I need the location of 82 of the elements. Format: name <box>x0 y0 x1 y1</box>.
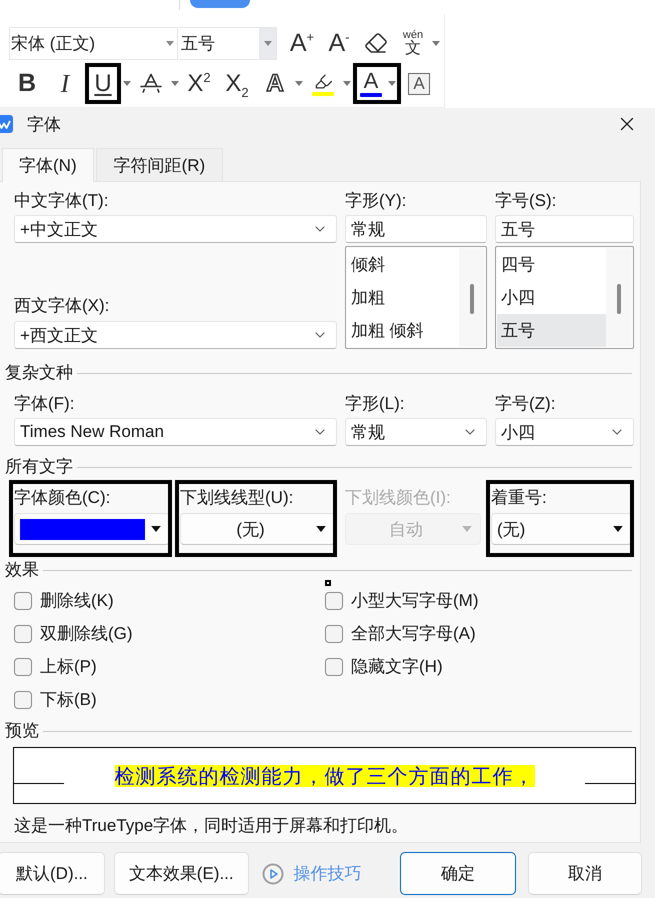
field-label: 字号(Z): <box>495 393 556 415</box>
checkbox-label[interactable]: 双删除线(G) <box>40 622 133 644</box>
tab-highlight-drawing <box>190 0 250 8</box>
field-label: 下划线线型(U): <box>180 487 294 509</box>
checkbox[interactable] <box>325 658 343 676</box>
strikethrough-icon <box>139 72 163 96</box>
checkbox[interactable] <box>14 624 32 642</box>
shrink-font-button[interactable]: A$^{-}$ <box>326 28 352 58</box>
list-item[interactable]: 加粗 倾斜 <box>347 314 459 347</box>
caret-icon[interactable] <box>613 526 623 532</box>
scrollbar-thumb[interactable] <box>617 284 621 314</box>
list-item[interactable]: 倾斜 <box>347 248 459 281</box>
dropdown-field[interactable]: (无) <box>180 513 335 545</box>
text-field[interactable]: 五号 <box>495 215 634 243</box>
highlighter-icon <box>314 72 332 90</box>
app-icon <box>0 115 13 133</box>
list-item[interactable]: 加粗 <box>347 281 459 314</box>
dropdown-field[interactable]: 常规 <box>345 418 487 446</box>
phonetic-guide-button[interactable]: wén 文 <box>400 28 426 58</box>
dropdown-field[interactable]: +中文正文 <box>14 215 337 243</box>
section-heading: 预览 <box>5 720 39 742</box>
field-label: 字形(L): <box>345 393 406 415</box>
section-heading: 复杂文种 <box>5 362 73 384</box>
list-box[interactable]: 倾斜 加粗 加粗 倾斜 <box>345 246 487 349</box>
list-box[interactable]: 四号 小四 五号 <box>495 246 634 349</box>
checkbox[interactable] <box>325 624 343 642</box>
italic-button[interactable]: I <box>52 68 78 98</box>
checkbox-label[interactable]: 隐藏文字(H) <box>351 656 443 678</box>
subscript-button[interactable]: X$_{2}$ <box>224 68 250 98</box>
field-label: 西文字体(X): <box>14 295 110 317</box>
dropdown-field[interactable]: +西文正文 <box>14 321 337 349</box>
checkbox[interactable] <box>14 592 32 610</box>
field-label: 字体颜色(C): <box>14 487 112 509</box>
checkbox-label[interactable]: 删除线(K) <box>40 590 114 612</box>
square-marker-icon <box>325 580 331 586</box>
field-label: 字形(Y): <box>345 190 408 212</box>
preview-note: 这是一种TrueType字体，同时适用于屏幕和打印机。 <box>14 815 410 837</box>
dropdown-field[interactable]: Times New Roman <box>14 418 337 446</box>
checkbox-label[interactable]: 下标(B) <box>40 688 97 710</box>
dropdown-field[interactable]: 小四 <box>495 418 634 446</box>
dialog-button[interactable]: 文本效果(E)... <box>114 852 249 895</box>
dialog-button[interactable]: 取消 <box>528 852 642 895</box>
section-heading: 所有文字 <box>5 456 73 478</box>
caret-icon[interactable] <box>316 526 326 532</box>
text-effect-button[interactable]: A <box>262 68 288 98</box>
scrollbar[interactable] <box>459 248 485 347</box>
scrollbar[interactable] <box>606 248 632 347</box>
field-label: 字体(F): <box>14 393 76 415</box>
checkbox-label[interactable]: 全部大写字母(A) <box>351 622 476 644</box>
list-item[interactable]: 五号 <box>497 314 606 347</box>
grow-font-button[interactable]: A$^{+}$ <box>289 28 315 58</box>
checkbox-label[interactable]: 小型大写字母(M) <box>351 590 478 612</box>
eraser-icon <box>364 31 388 55</box>
tab[interactable]: 字符间距(R) <box>96 148 224 181</box>
caret-icon[interactable] <box>151 526 161 532</box>
font-name-field[interactable]: 宋体 (正文) <box>9 26 178 60</box>
character-border-button[interactable]: A <box>408 72 430 94</box>
font-color-button[interactable]: A <box>358 68 384 98</box>
list-item[interactable]: 四号 <box>497 248 606 281</box>
underline-button[interactable]: U <box>90 68 116 98</box>
text-field[interactable]: 常规 <box>345 215 487 243</box>
section-heading: 效果 <box>5 559 39 581</box>
bold-button[interactable]: B <box>14 68 40 98</box>
font-size-field[interactable]: 五号 <box>179 26 277 60</box>
scrollbar-thumb[interactable] <box>470 284 474 314</box>
field-label: 中文字体(T): <box>14 190 110 212</box>
field-label: 着重号: <box>491 487 548 509</box>
checkbox[interactable] <box>14 690 32 708</box>
field-label: 字号(S): <box>495 190 558 212</box>
play-circle-icon <box>262 862 284 884</box>
tab[interactable]: 字体(N) <box>2 148 94 182</box>
checkbox-label[interactable]: 上标(P) <box>40 656 97 678</box>
dialog-title: 字体 <box>27 114 61 136</box>
field-label: 下划线颜色(I): <box>345 487 452 509</box>
dropdown-field[interactable]: (无) <box>491 513 632 545</box>
dialog-button[interactable]: 默认(D)... <box>0 852 105 895</box>
dropdown-field[interactable] <box>14 513 170 545</box>
checkbox[interactable] <box>325 592 343 610</box>
list-item[interactable]: 小四 <box>497 281 606 314</box>
checkbox[interactable] <box>14 658 32 676</box>
ok-button[interactable]: 确定 <box>400 852 516 895</box>
superscript-button[interactable]: X$^{2}$ <box>186 68 212 98</box>
